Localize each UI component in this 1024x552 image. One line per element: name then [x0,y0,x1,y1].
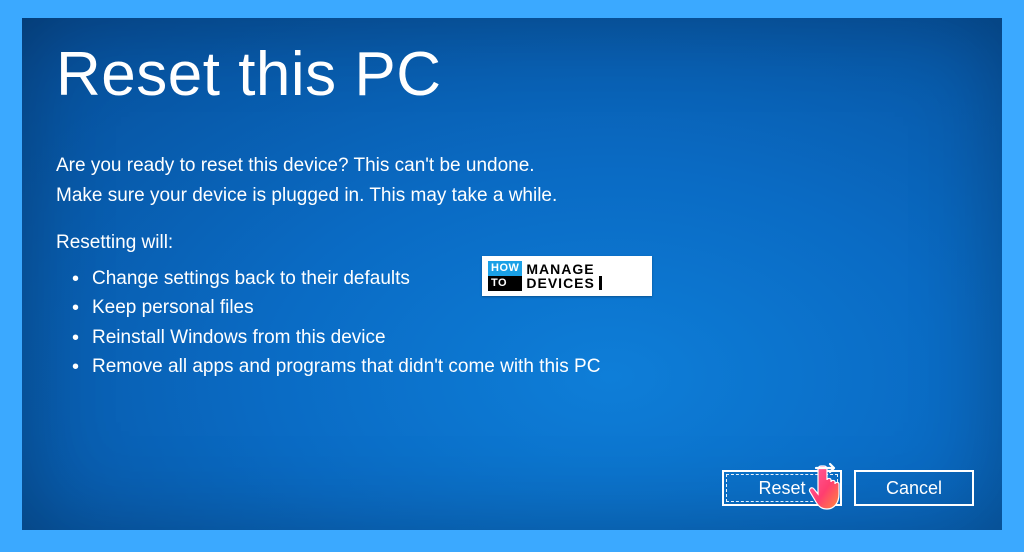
watermark-tile-top: HOW [488,261,522,276]
list-item: Remove all apps and programs that didn't… [66,352,974,381]
intro-text: Are you ready to reset this device? This… [56,151,974,210]
list-item: Reinstall Windows from this device [66,323,974,352]
reset-screen: Reset this PC Are you ready to reset thi… [22,18,1002,530]
list-item: Keep personal files [66,293,974,322]
button-row: Reset Cancel [722,470,974,506]
page-title: Reset this PC [56,42,974,107]
watermark-tile: HOW TO [488,261,522,291]
watermark-badge: HOW TO MANAGE DEVICES [482,256,652,296]
watermark-tile-bottom: TO [488,276,522,291]
watermark-word-1: MANAGE [526,262,601,276]
reset-button[interactable]: Reset [722,470,842,506]
resetting-subhead: Resetting will: [56,232,974,254]
intro-line-1: Are you ready to reset this device? This… [56,151,974,180]
watermark-word-2: DEVICES [526,276,601,290]
watermark-words: MANAGE DEVICES [526,262,601,290]
intro-line-2: Make sure your device is plugged in. Thi… [56,181,974,210]
cancel-button[interactable]: Cancel [854,470,974,506]
